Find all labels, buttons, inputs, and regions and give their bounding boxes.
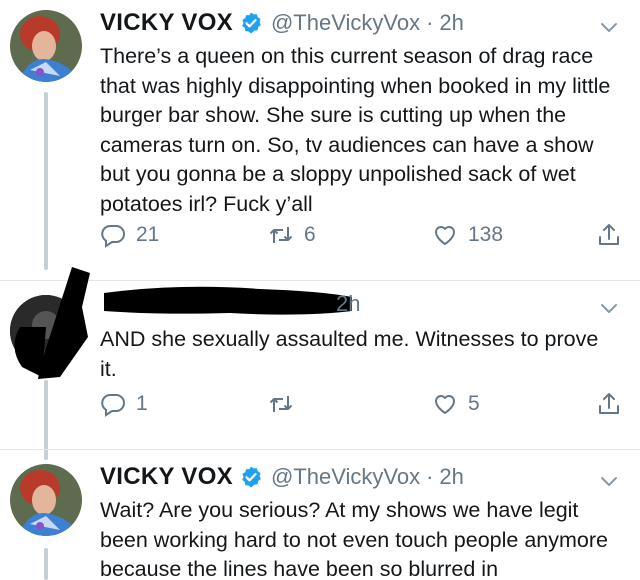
share-button[interactable]	[596, 222, 622, 248]
display-name[interactable]: VICKY VOX	[100, 9, 233, 37]
heart-icon	[435, 395, 455, 414]
tweet-text: There’s a queen on this current season o…	[100, 44, 611, 216]
separator-dot: ·	[426, 10, 434, 35]
tweet-3[interactable]: VICKY VOX @TheVickyVox · 2h Wait? Are yo…	[0, 450, 640, 580]
verified-badge-icon	[242, 466, 261, 488]
retweet-button[interactable]: 6	[268, 222, 316, 248]
retweet-button[interactable]	[268, 391, 304, 417]
like-button[interactable]: 5	[432, 391, 480, 417]
tweet-actions: 21 6 138	[100, 222, 630, 256]
like-count: 138	[468, 223, 504, 246]
timestamp[interactable]: 2h	[336, 291, 360, 317]
tweet-text: Wait? Are you serious? At my shows we ha…	[100, 498, 608, 580]
tweet-header: 2h	[336, 287, 360, 321]
display-name[interactable]: VICKY VOX	[100, 463, 233, 491]
share-icon	[599, 393, 619, 414]
handle[interactable]: @TheVickyVox	[271, 464, 420, 490]
tweet-1[interactable]: VICKY VOX @TheVickyVox · 2h There’s a qu…	[0, 0, 640, 280]
reply-icon	[101, 225, 125, 248]
chevron-down-icon[interactable]	[598, 297, 620, 319]
retweet-icon	[269, 227, 293, 243]
avatar[interactable]	[10, 10, 82, 82]
tweet-header: VICKY VOX @TheVickyVox · 2h	[100, 460, 464, 494]
tweet-actions: 1 5	[100, 391, 630, 425]
reply-count: 1	[136, 392, 148, 415]
share-button[interactable]	[596, 391, 622, 417]
share-icon	[599, 224, 619, 245]
reply-button[interactable]: 1	[100, 391, 148, 417]
tweet-text: AND she sexually assaulted me. Witnesses…	[100, 327, 599, 381]
chevron-down-icon[interactable]	[598, 16, 620, 38]
like-count: 5	[468, 392, 480, 415]
reply-count: 21	[136, 223, 160, 246]
avatar[interactable]	[10, 464, 82, 536]
chevron-down-icon[interactable]	[598, 470, 620, 492]
separator-dot: ·	[426, 464, 434, 489]
tweet-2[interactable]: 2h AND she sexually assaulted me. Witnes…	[0, 267, 640, 449]
handle[interactable]: @TheVickyVox	[271, 10, 420, 36]
tweet-header: VICKY VOX @TheVickyVox · 2h	[100, 6, 464, 40]
timestamp[interactable]: 2h	[439, 10, 463, 36]
reply-icon	[101, 394, 125, 417]
timestamp[interactable]: 2h	[439, 464, 463, 490]
retweet-icon	[269, 396, 293, 412]
retweet-count: 6	[304, 223, 316, 246]
like-button[interactable]: 138	[432, 222, 503, 248]
verified-badge-icon	[242, 12, 261, 34]
heart-icon	[435, 226, 455, 245]
reply-button[interactable]: 21	[100, 222, 159, 248]
